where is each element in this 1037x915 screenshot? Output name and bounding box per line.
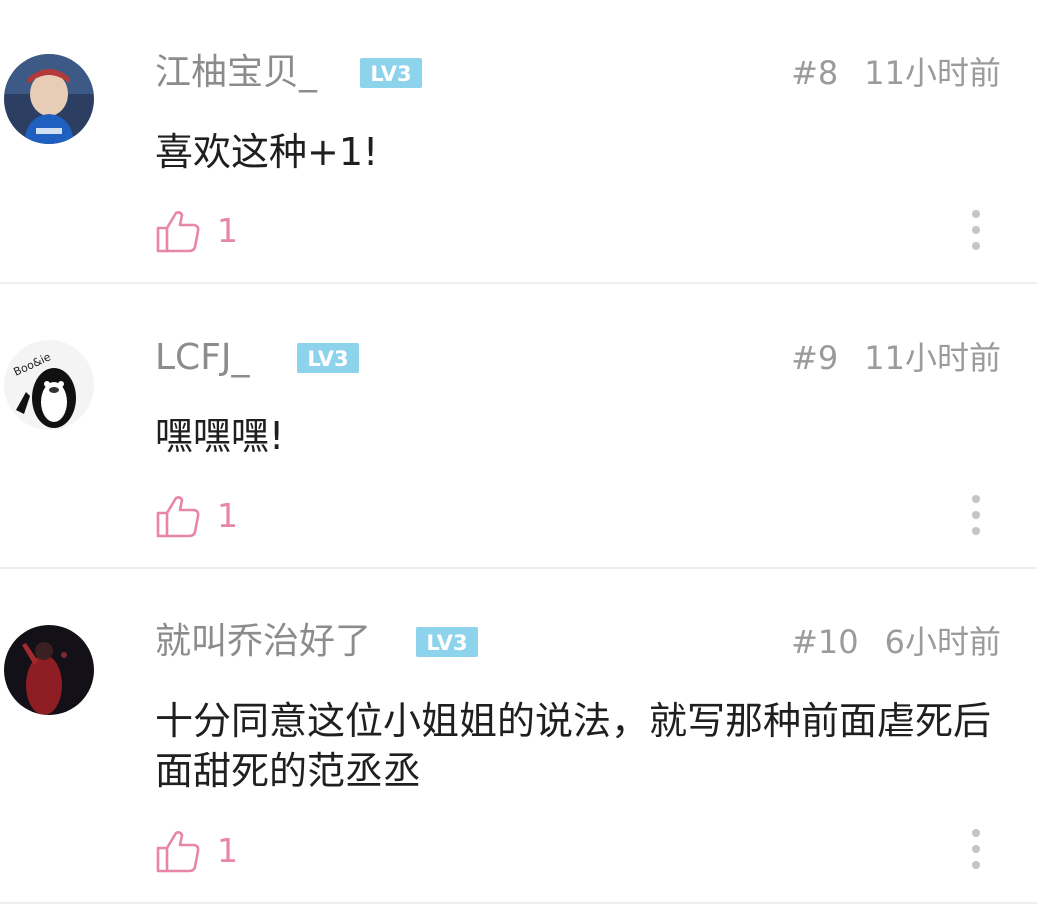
comment-meta: #8 11小时前 [791,48,1001,98]
avatar[interactable]: Boo&ie [4,340,94,430]
comment-header: 就叫乔治好了 LV3 #10 6小时前 [155,617,1001,667]
divider [0,902,1037,904]
timestamp: 6小时前 [884,623,1001,661]
like-button[interactable]: 1 [155,826,238,876]
thumbs-up-icon [156,831,200,873]
avatar[interactable] [4,625,94,715]
timestamp: 11小时前 [864,339,1001,377]
level-badge: LV3 [360,58,422,88]
thumbs-up-icon [156,211,200,253]
level-badge: LV3 [297,343,359,373]
username[interactable]: 就叫乔治好了 [155,617,371,667]
username[interactable]: LCFJ_ [155,333,250,383]
comment-text: 喜欢这种+1! [155,130,379,174]
comment-text: 十分同意这位小姐姐的说法，就写那种前面虐死后面甜死的范丞丞 [155,699,992,793]
comment-meta: #9 11小时前 [791,333,1001,383]
divider [0,282,1037,284]
comment-header: LCFJ_ LV3 #9 11小时前 [155,333,1001,383]
more-vertical-icon[interactable] [969,493,983,537]
level-badge-text: LV3 [426,631,467,655]
like-button[interactable]: 1 [155,491,238,541]
floor-number: #8 [791,54,839,92]
comment-meta: #10 6小时前 [791,617,1001,667]
floor-number: #10 [791,623,859,661]
floor-number: #9 [791,339,839,377]
like-button[interactable]: 1 [155,206,238,256]
like-count: 1 [217,211,238,250]
username[interactable]: 江柚宝贝_ [155,48,317,98]
comment-list: 江柚宝贝_ LV3 #8 11小时前 喜欢这种+1! 1 Boo&ie LCFJ… [0,0,1037,915]
more-vertical-icon[interactable] [969,827,983,871]
like-count: 1 [217,831,238,870]
more-vertical-icon[interactable] [969,208,983,252]
like-count: 1 [217,496,238,535]
avatar[interactable] [4,54,94,144]
level-badge-text: LV3 [370,62,411,86]
thumbs-up-icon [156,496,200,538]
level-badge-text: LV3 [307,347,348,371]
timestamp: 11小时前 [864,54,1001,92]
comment-header: 江柚宝贝_ LV3 #8 11小时前 [155,48,1001,98]
comment-text: 嘿嘿嘿! [155,414,285,458]
divider [0,567,1037,569]
level-badge: LV3 [416,627,478,657]
